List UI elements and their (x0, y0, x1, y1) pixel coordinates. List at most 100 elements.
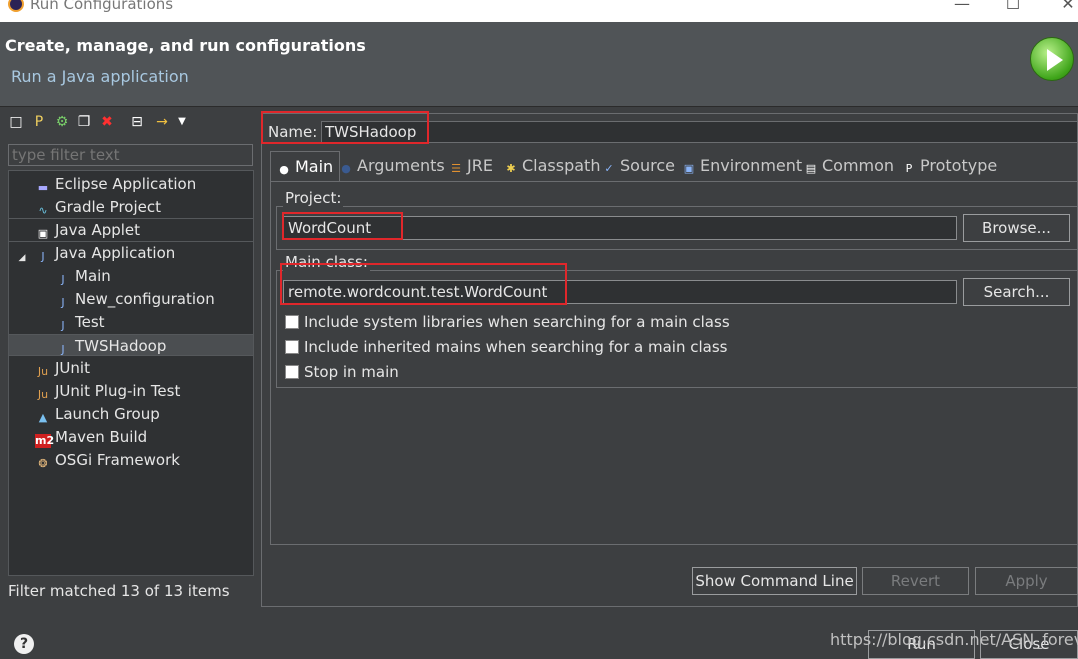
header-title: Create, manage, and run configurations (5, 36, 366, 55)
tree-item-label: Launch Group (55, 405, 160, 423)
checkbox[interactable] (285, 340, 299, 354)
tree-item-label: TWSHadoop (75, 337, 167, 355)
tree-item-junit[interactable]: Ju JUnit (35, 357, 90, 379)
new-prototype-icon[interactable]: P (31, 114, 47, 130)
tree-item-label: Java Applet (55, 221, 141, 239)
checkbox[interactable] (285, 315, 299, 329)
classpath-tab-icon: ✱ (506, 162, 516, 175)
expand-arrow-icon[interactable]: ◢ (17, 251, 27, 265)
dropdown-arrow-icon[interactable]: ▼ (174, 114, 190, 130)
window-title: Run Configurations (30, 0, 174, 13)
tab-source[interactable]: ✓ Source (602, 151, 675, 181)
filter-icon[interactable]: → (154, 114, 170, 130)
delete-icon[interactable]: ✖ (99, 114, 115, 130)
applet-icon: ▣ (37, 227, 49, 240)
java-app-icon: J (61, 343, 65, 356)
eclipse-icon: ▬ (37, 181, 49, 194)
tab-bar: ● Main ● Arguments ☰ JRE ✱ Classpath ✓ Source… (270, 151, 1078, 181)
tree-item-eclipse-application[interactable]: ▬ Eclipse Application (35, 173, 196, 195)
gradle-icon: ∿ (38, 204, 48, 217)
tree-item-twshadoop[interactable]: J TWSHadoop (9, 334, 253, 356)
tab-environment[interactable]: ▣ Environment (682, 151, 802, 181)
tree-item-new-configuration[interactable]: J New_configuration (55, 288, 215, 310)
tab-label: Environment (700, 156, 803, 175)
arguments-tab-icon: ● (341, 162, 351, 175)
config-tree[interactable]: ▬ Eclipse Application ∿ Gradle Project ▣ Ja… (8, 170, 254, 576)
java-app-icon: J (61, 296, 65, 309)
junit-plugin-icon: Ju (37, 388, 49, 401)
highlight-name (261, 111, 429, 144)
junit-icon: Ju (37, 365, 49, 378)
export-icon[interactable]: ⚙ (54, 114, 70, 130)
help-icon[interactable]: ? (14, 634, 34, 654)
eclipse-icon (8, 0, 24, 12)
apply-button[interactable]: Apply (975, 567, 1078, 595)
filter-status: Filter matched 13 of 13 items (8, 582, 230, 600)
filter-input[interactable] (8, 144, 253, 166)
tab-label: Source (620, 156, 675, 175)
tab-label: JRE (467, 156, 493, 175)
tree-item-junit-plugin-test[interactable]: Ju JUnit Plug-in Test (35, 380, 180, 402)
tab-main[interactable]: ● Main (270, 151, 341, 181)
tree-item-label: JUnit Plug-in Test (55, 382, 181, 400)
highlight-project (282, 212, 403, 240)
tree-item-label: OSGi Framework (55, 451, 180, 469)
revert-button[interactable]: Revert (862, 567, 969, 595)
tree-item-java-applet[interactable]: ▣ Java Applet (35, 219, 140, 241)
tab-label: Common (822, 156, 895, 175)
tree-item-maven-build[interactable]: m2Maven Build (35, 426, 147, 448)
tree-item-gradle-project[interactable]: ∿ Gradle Project (35, 196, 161, 218)
tab-label: Classpath (522, 156, 601, 175)
tree-item-label: Test (75, 313, 105, 331)
browse-button[interactable]: Browse... (963, 214, 1070, 242)
prototype-tab-icon: P (905, 162, 913, 175)
environment-tab-icon: ▣ (683, 162, 695, 175)
name-input[interactable] (321, 121, 1078, 143)
common-tab-icon: ▤ (805, 162, 817, 175)
collapse-all-icon[interactable]: ⊟ (129, 114, 145, 130)
new-config-icon[interactable]: □ (8, 114, 24, 130)
source-tab-icon: ✓ (604, 162, 614, 175)
checkbox[interactable] (285, 365, 299, 379)
tree-item-label: JUnit (55, 359, 90, 377)
tree-item-label: Gradle Project (55, 198, 161, 216)
stop-in-main-checkbox[interactable]: Stop in main (285, 362, 399, 382)
duplicate-icon[interactable]: ❐ (76, 114, 92, 130)
dialog-header (0, 22, 1078, 106)
maven-icon: m2 (35, 434, 55, 448)
checkbox-label: Stop in main (304, 363, 399, 381)
close-window-button[interactable]: ✕ (1048, 0, 1078, 13)
tree-item-label: Maven Build (55, 428, 148, 446)
java-app-icon: J (61, 319, 65, 332)
highlight-main-class (280, 263, 567, 305)
tree-item-launch-group[interactable]: ▲ Launch Group (35, 403, 160, 425)
include-system-libraries-checkbox[interactable]: Include system libraries when searching … (285, 312, 730, 332)
tree-item-main[interactable]: J Main (55, 265, 110, 287)
tree-item-label: New_configuration (75, 290, 215, 308)
tree-item-osgi-framework[interactable]: ❂ OSGi Framework (35, 449, 180, 471)
tree-item-test[interactable]: J Test (55, 311, 105, 333)
search-button[interactable]: Search... (963, 278, 1070, 306)
tree-item-java-application[interactable]: ◢ J Java Application (17, 242, 176, 265)
maximize-button[interactable]: ☐ (993, 0, 1033, 13)
show-command-line-button[interactable]: Show Command Line (692, 567, 857, 595)
title-bar: Run Configurations — ☐ ✕ (0, 0, 1078, 22)
tab-classpath[interactable]: ✱ Classpath (504, 151, 600, 181)
header-subtitle: Run a Java application (11, 67, 189, 86)
watermark: https://blog.csdn.net/ASN_forever (830, 630, 1078, 649)
minimize-button[interactable]: — (942, 0, 982, 13)
jre-tab-icon: ☰ (451, 162, 461, 175)
include-inherited-mains-checkbox[interactable]: Include inherited mains when searching f… (285, 337, 727, 357)
tab-jre[interactable]: ☰ JRE (449, 151, 493, 181)
java-app-icon: J (61, 273, 65, 286)
checkbox-label: Include inherited mains when searching f… (304, 338, 728, 356)
tree-item-label: Java Application (55, 244, 176, 262)
osgi-icon: ❂ (38, 457, 48, 470)
tab-prototype[interactable]: P Prototype (902, 151, 998, 181)
tab-common[interactable]: ▤ Common (804, 151, 894, 181)
tab-label: Main (295, 157, 334, 176)
tab-arguments[interactable]: ● Arguments (339, 151, 445, 181)
checkbox-label: Include system libraries when searching … (304, 313, 730, 331)
run-icon (1030, 37, 1074, 81)
tab-label: Arguments (357, 156, 445, 175)
